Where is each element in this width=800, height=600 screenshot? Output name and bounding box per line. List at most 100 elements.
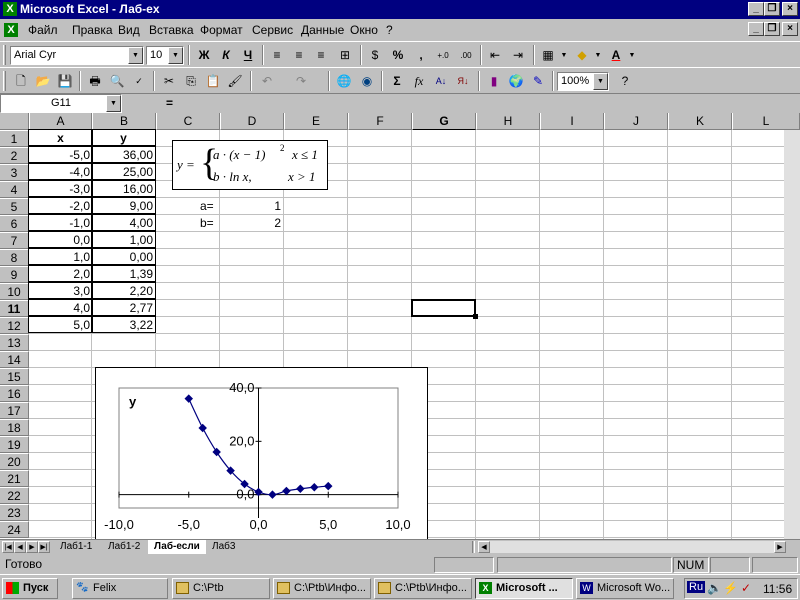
- web-toolbar-icon[interactable]: ◉: [356, 71, 378, 92]
- col-header-h[interactable]: H: [476, 113, 540, 130]
- row-header-19[interactable]: 19: [0, 436, 29, 453]
- x-value-cell[interactable]: -1,0: [28, 214, 93, 231]
- task-ptb-info-2[interactable]: C:\Ptb\Инфо...: [374, 578, 472, 599]
- row-header-24[interactable]: 24: [0, 521, 29, 538]
- bold-button[interactable]: Ж: [193, 45, 215, 66]
- copy-icon[interactable]: ⎘: [180, 71, 202, 92]
- map-icon[interactable]: 🌍: [505, 71, 527, 92]
- row-header-9[interactable]: 9: [0, 266, 29, 283]
- x-value-cell[interactable]: -3,0: [28, 180, 93, 197]
- x-value-cell[interactable]: 5,0: [28, 316, 93, 333]
- menu-format[interactable]: Формат: [200, 23, 243, 37]
- task-ptb-info-1[interactable]: C:\Ptb\Инфо...: [273, 578, 371, 599]
- chevron-down-icon[interactable]: ▼: [559, 45, 569, 66]
- restore-button[interactable]: ❐: [764, 2, 780, 16]
- align-center-icon[interactable]: ≡: [288, 45, 310, 66]
- new-icon[interactable]: 🗋: [10, 71, 32, 92]
- menu-help[interactable]: ?: [386, 23, 393, 37]
- row-header-16[interactable]: 16: [0, 385, 29, 402]
- formula-box[interactable]: y = { a · (x − 1) 2 x ≤ 1 b · ln x, x > …: [172, 140, 328, 190]
- first-sheet-icon[interactable]: |◀: [2, 541, 14, 553]
- sheet-tab-lab3[interactable]: Лаб3: [206, 540, 241, 554]
- name-box[interactable]: G11 ▼: [0, 94, 122, 113]
- comma-button[interactable]: ,: [410, 45, 432, 66]
- minimize-button[interactable]: _: [748, 2, 764, 16]
- x-value-cell[interactable]: -2,0: [28, 197, 93, 214]
- paste-icon[interactable]: 📋: [202, 71, 224, 92]
- monitor-icon[interactable]: ✓: [741, 581, 751, 595]
- y-value-cell[interactable]: 1,00: [91, 231, 156, 248]
- fill-color-icon[interactable]: ◆: [571, 45, 593, 66]
- row-header-4[interactable]: 4: [0, 181, 29, 198]
- format-painter-icon[interactable]: 🖌: [224, 71, 246, 92]
- col-header-e[interactable]: E: [284, 113, 348, 130]
- print-icon[interactable]: 🖶: [84, 71, 106, 92]
- header-x-cell[interactable]: x: [28, 129, 93, 146]
- italic-button[interactable]: К: [215, 45, 237, 66]
- toolbar-grip[interactable]: [3, 71, 6, 91]
- vertical-scrollbar[interactable]: [784, 130, 800, 539]
- y-value-cell[interactable]: 4,00: [91, 214, 156, 231]
- row-header-10[interactable]: 10: [0, 283, 29, 300]
- col-header-j[interactable]: J: [604, 113, 668, 130]
- chevron-down-icon[interactable]: ▼: [593, 73, 608, 90]
- y-value-cell[interactable]: 0,00: [91, 248, 156, 265]
- x-value-cell[interactable]: 3,0: [28, 282, 93, 299]
- prev-sheet-icon[interactable]: ◀: [14, 541, 26, 553]
- chevron-down-icon[interactable]: ▼: [168, 47, 183, 64]
- col-header-k[interactable]: K: [668, 113, 732, 130]
- col-header-a[interactable]: A: [29, 113, 92, 130]
- sort-ascending-icon[interactable]: A↓: [430, 71, 452, 92]
- decrease-indent-icon[interactable]: ⇤: [484, 45, 506, 66]
- redo-icon[interactable]: ↷: [290, 71, 312, 92]
- col-header-d[interactable]: D: [220, 113, 284, 130]
- borders-icon[interactable]: ▦: [537, 45, 559, 66]
- doc-restore-button[interactable]: ❐: [764, 22, 780, 36]
- menu-window[interactable]: Окно: [350, 23, 378, 37]
- row-header-22[interactable]: 22: [0, 487, 29, 504]
- a-value[interactable]: 1: [220, 198, 283, 215]
- y-value-cell[interactable]: 36,00: [91, 146, 156, 163]
- workbook-icon[interactable]: X: [4, 23, 18, 37]
- language-indicator[interactable]: Ru: [687, 581, 706, 593]
- merge-center-icon[interactable]: ⊞: [334, 45, 356, 66]
- tab-split-handle[interactable]: [472, 541, 475, 553]
- font-size-select[interactable]: 10 ▼: [146, 46, 184, 65]
- function-button[interactable]: fx: [408, 71, 430, 92]
- sheet-tab-lab1-1[interactable]: Лаб1-1: [54, 540, 98, 554]
- row-header-1[interactable]: 1: [0, 130, 29, 147]
- print-preview-icon[interactable]: 🔍: [106, 71, 128, 92]
- font-select[interactable]: Arial Cyr ▼: [10, 46, 144, 65]
- zoom-select[interactable]: 100% ▼: [557, 72, 609, 91]
- autosum-button[interactable]: Σ: [386, 71, 408, 92]
- x-value-cell[interactable]: 1,0: [28, 248, 93, 265]
- row-header-12[interactable]: 12: [0, 317, 29, 334]
- select-all-corner[interactable]: [0, 113, 29, 130]
- start-button[interactable]: Пуск: [2, 578, 58, 599]
- menu-file[interactable]: Файл: [28, 23, 58, 37]
- decrease-decimal-icon[interactable]: .00: [455, 45, 477, 66]
- col-header-f[interactable]: F: [348, 113, 412, 130]
- row-header-11[interactable]: 11: [0, 300, 29, 317]
- row-header-21[interactable]: 21: [0, 470, 29, 487]
- toolbar-grip[interactable]: [3, 45, 6, 65]
- col-header-c[interactable]: C: [156, 113, 220, 130]
- office-assistant-icon[interactable]: ?: [614, 71, 636, 92]
- formula-input[interactable]: [180, 94, 800, 113]
- y-value-cell[interactable]: 1,39: [91, 265, 156, 282]
- drawing-icon[interactable]: ✎: [527, 71, 549, 92]
- col-header-b[interactable]: B: [92, 113, 156, 130]
- doc-minimize-button[interactable]: _: [748, 22, 764, 36]
- currency-icon[interactable]: $: [364, 45, 386, 66]
- y-value-cell[interactable]: 9,00: [91, 197, 156, 214]
- sheet-tab-lab1-2[interactable]: Лаб1-2: [102, 540, 146, 554]
- align-right-icon[interactable]: ≡: [310, 45, 332, 66]
- task-ptb[interactable]: C:\Ptb: [172, 578, 270, 599]
- row-header-7[interactable]: 7: [0, 232, 29, 249]
- header-y-cell[interactable]: y: [91, 129, 156, 146]
- task-word[interactable]: W Microsoft Wo...: [576, 578, 674, 599]
- doc-close-button[interactable]: ×: [782, 22, 798, 36]
- spreadsheet-grid[interactable]: A B C D E F G H I J K L 1 2 3 4 5 6 7 8 9 10 11 12 1…: [0, 113, 800, 539]
- y-value-cell[interactable]: 3,22: [91, 316, 156, 333]
- selected-cell[interactable]: [411, 299, 476, 317]
